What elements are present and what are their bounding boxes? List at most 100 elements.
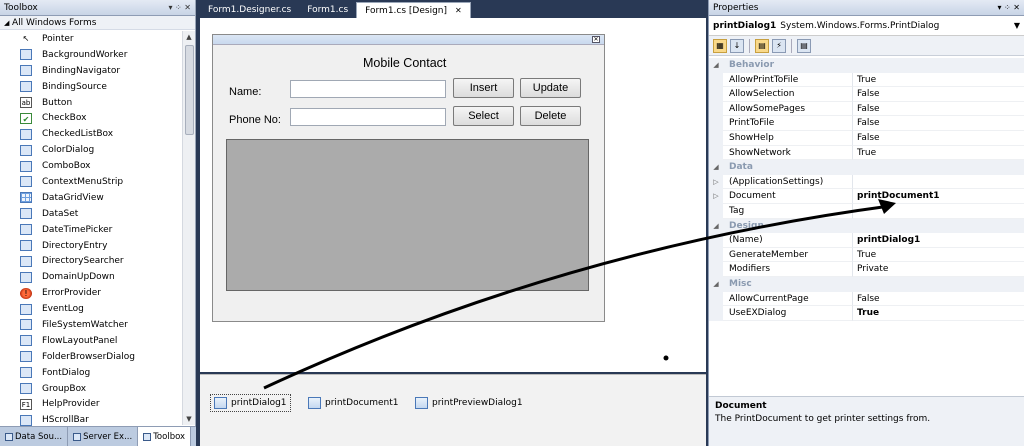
property-value[interactable]: False xyxy=(853,87,1024,102)
expand-icon[interactable]: ▷ xyxy=(709,174,723,190)
dropdown-arrow-icon[interactable]: ▼ xyxy=(1014,21,1020,30)
property-row[interactable]: AllowPrintToFile True xyxy=(709,72,1024,88)
property-row[interactable]: Tag xyxy=(709,203,1024,219)
document-tab-2[interactable]: Form1.cs [Design] ✕ xyxy=(356,2,471,18)
property-value[interactable] xyxy=(853,204,1024,219)
bottom-tab-0[interactable]: Data Sou... xyxy=(0,427,69,446)
toolbox-item-domainupdown[interactable]: DomainUpDown xyxy=(0,269,182,285)
property-row[interactable]: UseEXDialog True xyxy=(709,306,1024,321)
property-category[interactable]: ◢ Misc xyxy=(709,276,1024,292)
toolbox-item-dataset[interactable]: DataSet xyxy=(0,206,182,222)
property-row[interactable]: AllowSelection False xyxy=(709,87,1024,102)
property-row[interactable]: Modifiers Private xyxy=(709,262,1024,277)
property-value[interactable]: True xyxy=(853,306,1024,321)
toolbox-item-button[interactable]: ab Button xyxy=(0,95,182,111)
scrollbar-thumb[interactable] xyxy=(185,45,194,135)
toolbox-item-eventlog[interactable]: EventLog xyxy=(0,301,182,317)
bottom-tab-2[interactable]: Toolbox xyxy=(138,427,192,446)
toolbox-item-fontdialog[interactable]: FontDialog xyxy=(0,365,182,381)
phone-textbox[interactable] xyxy=(290,108,446,126)
toolbox-item-errorprovider[interactable]: ! ErrorProvider xyxy=(0,285,182,301)
toolbox-item-bindingnavigator[interactable]: BindingNavigator xyxy=(0,63,182,79)
property-row[interactable]: ShowNetwork True xyxy=(709,145,1024,161)
toolbox-item-helpprovider[interactable]: F1 HelpProvider xyxy=(0,396,182,412)
properties-icon[interactable]: ▤ xyxy=(755,38,769,53)
bottom-tab-1[interactable]: Server Ex... xyxy=(68,427,139,446)
toolbox-item-pointer[interactable]: ↖ Pointer xyxy=(0,31,182,47)
design-surface[interactable]: ✕ Mobile Contact Name: Insert Update Pho… xyxy=(200,18,706,372)
property-row[interactable]: AllowSomePages False xyxy=(709,101,1024,117)
select-button[interactable]: Select xyxy=(453,106,514,126)
tray-printpreviewdialog1[interactable]: printPreviewDialog1 xyxy=(412,394,526,412)
property-value[interactable]: True xyxy=(853,248,1024,263)
property-value[interactable]: printDocument1 xyxy=(853,189,1024,204)
document-tab-0[interactable]: Form1.Designer.cs xyxy=(200,2,299,18)
property-pages-icon[interactable]: ▤ xyxy=(797,38,811,53)
object-selector[interactable]: printDialog1 System.Windows.Forms.PrintD… xyxy=(709,16,1024,36)
scroll-up-icon[interactable]: ▲ xyxy=(183,31,195,43)
toolbox-item-datagridview[interactable]: DataGridView xyxy=(0,190,182,206)
property-category[interactable]: ◢ Data xyxy=(709,160,1024,175)
delete-button[interactable]: Delete xyxy=(520,106,581,126)
property-row[interactable]: ShowHelp False xyxy=(709,130,1024,146)
toolbox-group-all-windows-forms[interactable]: ◢ All Windows Forms xyxy=(0,16,195,30)
categorized-icon[interactable]: ▦ xyxy=(713,38,727,53)
insert-button[interactable]: Insert xyxy=(453,78,514,98)
toolbox-item-groupbox[interactable]: GroupBox xyxy=(0,381,182,397)
property-value[interactable]: True xyxy=(853,146,1024,161)
property-value[interactable]: True xyxy=(853,73,1024,88)
events-icon[interactable]: ⚡ xyxy=(772,38,786,53)
update-button[interactable]: Update xyxy=(520,78,581,98)
property-category[interactable]: ◢ Behavior xyxy=(709,58,1024,73)
property-value[interactable]: printDialog1 xyxy=(853,233,1024,248)
name-textbox[interactable] xyxy=(290,80,446,98)
property-row[interactable]: PrintToFile False xyxy=(709,116,1024,131)
toolbox-item-checkbox[interactable]: ✔ CheckBox xyxy=(0,110,182,126)
expand-icon[interactable]: ▷ xyxy=(709,189,723,204)
toolbox-item-directoryentry[interactable]: DirectoryEntry xyxy=(0,238,182,254)
alphabetical-icon[interactable]: ↓ xyxy=(730,38,744,53)
tray-printdialog1[interactable]: printDialog1 xyxy=(210,394,291,412)
toolbox-item-directorysearcher[interactable]: DirectorySearcher xyxy=(0,253,182,269)
property-row[interactable]: GenerateMember True xyxy=(709,247,1024,263)
close-tab-icon[interactable]: ✕ xyxy=(455,6,462,15)
property-value[interactable]: False xyxy=(853,102,1024,117)
toolbox-item-datetimepicker[interactable]: DateTimePicker xyxy=(0,222,182,238)
toolbox-item-combobox[interactable]: ComboBox xyxy=(0,158,182,174)
data-grid-view[interactable] xyxy=(226,139,589,291)
toolbox-item-folderbrowserdialog[interactable]: FolderBrowserDialog xyxy=(0,349,182,365)
toolbox-item-colordialog[interactable]: ColorDialog xyxy=(0,142,182,158)
toolbox-item-backgroundworker[interactable]: BackgroundWorker xyxy=(0,47,182,63)
tray-printdocument1[interactable]: printDocument1 xyxy=(305,394,402,412)
property-row[interactable]: (Name) printDialog1 xyxy=(709,233,1024,248)
property-value[interactable]: False xyxy=(853,292,1024,307)
toolbox-item-contextmenustrip[interactable]: ContextMenuStrip xyxy=(0,174,182,190)
property-row[interactable]: ▷ Document printDocument1 xyxy=(709,189,1024,204)
scroll-down-icon[interactable]: ▼ xyxy=(183,413,195,425)
toolbox-window-buttons[interactable]: ▾ ⁘ ✕ xyxy=(168,2,191,13)
property-value[interactable]: False xyxy=(853,116,1024,131)
property-row[interactable]: AllowCurrentPage False xyxy=(709,291,1024,307)
toolbox-item-label: DirectorySearcher xyxy=(42,256,124,267)
collapse-icon[interactable]: ◢ xyxy=(709,218,723,234)
collapse-icon[interactable]: ◢ xyxy=(709,276,723,292)
property-value[interactable] xyxy=(853,175,1024,190)
toolbox-item-bindingsource[interactable]: BindingSource xyxy=(0,79,182,95)
form-title-label[interactable]: Mobile Contact xyxy=(363,56,446,70)
toolbox-item-filesystemwatcher[interactable]: FileSystemWatcher xyxy=(0,317,182,333)
collapse-icon[interactable]: ◢ xyxy=(709,160,723,175)
form-close-icon[interactable]: ✕ xyxy=(592,36,600,43)
form1-designer[interactable]: ✕ Mobile Contact Name: Insert Update Pho… xyxy=(212,34,605,322)
property-category[interactable]: ◢ Design xyxy=(709,218,1024,234)
property-value[interactable]: False xyxy=(853,131,1024,146)
property-row[interactable]: ▷ (ApplicationSettings) xyxy=(709,174,1024,190)
document-tab-1[interactable]: Form1.cs xyxy=(299,2,356,18)
toolbox-item-flowlayoutpanel[interactable]: FlowLayoutPanel xyxy=(0,333,182,349)
property-value[interactable]: Private xyxy=(853,262,1024,277)
collapse-icon[interactable]: ◢ xyxy=(709,58,723,73)
phone-label[interactable]: Phone No: xyxy=(229,114,281,126)
properties-window-buttons[interactable]: ▾ ⁘ ✕ xyxy=(997,3,1020,12)
toolbox-scrollbar[interactable]: ▲ ▼ xyxy=(182,31,195,425)
toolbox-item-checkedlistbox[interactable]: CheckedListBox xyxy=(0,126,182,142)
name-label[interactable]: Name: xyxy=(229,86,261,98)
